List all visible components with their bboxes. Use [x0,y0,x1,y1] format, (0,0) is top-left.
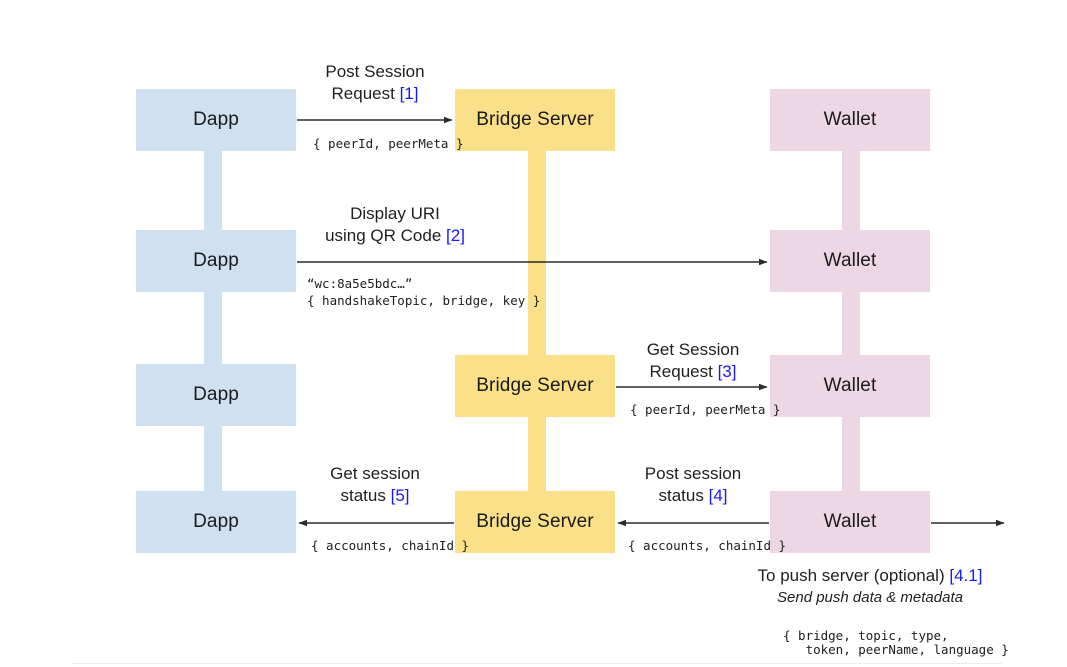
message-label-2: Display URI using QR Code [2] [300,203,490,247]
message-label-4-line1: Post session [644,464,742,483]
node-label: Wallet [823,109,877,130]
message-label-2-line2: using QR Code [2] [325,226,465,245]
message-label-3-line1: Get Session [646,340,740,359]
node-wallet-row2[interactable]: Wallet [770,230,930,292]
node-wallet-row3[interactable]: Wallet [770,355,930,417]
node-wallet-row1[interactable]: Wallet [770,89,930,151]
node-label: Dapp [193,384,239,405]
message-payload-1: { peerId, peerMeta } [313,136,464,151]
step-number-3: [3] [717,362,737,381]
step-number-4: [4] [708,486,728,505]
message-label-3-line2: Request [3] [649,362,737,381]
node-label: Dapp [193,250,239,271]
node-dapp-row1[interactable]: Dapp [136,89,296,151]
step-number-4-1: [4.1] [949,566,983,585]
node-dapp-row2[interactable]: Dapp [136,230,296,292]
lifeline-dapp-2-3 [204,290,222,365]
lifeline-bridge-3-4 [528,415,546,493]
message-payload-3: { peerId, peerMeta } [630,402,781,417]
message-payload-5: { accounts, chainId } [311,538,470,553]
message-label-1: Post Session Request [1] [300,61,450,105]
node-label: Bridge Server [476,109,594,130]
node-wallet-row4[interactable]: Wallet [770,491,930,553]
sequence-diagram-canvas: Dapp Bridge Server Wallet Dapp Wallet Da… [0,0,1067,667]
node-label: Dapp [193,109,239,130]
step-number-5: [5] [390,486,410,505]
message-label-2-line1: Display URI [350,204,440,223]
node-label: Bridge Server [476,511,594,532]
node-dapp-row4[interactable]: Dapp [136,491,296,553]
step-number-1: [1] [399,84,419,103]
node-bridge-row4[interactable]: Bridge Server [455,491,615,553]
message-label-5-line1: Get session [330,464,420,483]
push-server-note: To push server (optional) [4.1] Send pus… [700,566,1040,606]
message-payload-2-line2: { handshakeTopic, bridge, key } [307,293,541,308]
node-label: Wallet [823,511,877,532]
lifeline-wallet-1-2 [842,149,860,233]
lifeline-dapp-1-2 [204,149,222,233]
message-label-5: Get session status [5] [300,463,450,507]
node-label: Dapp [193,511,239,532]
push-server-note-title: To push server (optional) [4.1] [757,566,983,585]
message-label-1-line1: Post Session [325,62,425,81]
message-label-4: Post session status [4] [618,463,768,507]
message-payload-2-line1: “wc:8a5e5bdc…” [307,276,413,291]
bottom-divider [72,663,1002,664]
node-label: Wallet [823,375,877,396]
message-payload-4: { accounts, chainId } [628,538,787,553]
lifeline-dapp-3-4 [204,424,222,492]
message-label-5-line2: status [5] [340,486,410,505]
push-server-note-subtitle: Send push data & metadata [777,589,963,606]
node-label: Wallet [823,250,877,271]
lifeline-wallet-2-3 [842,290,860,358]
message-label-4-line2: status [4] [658,486,728,505]
message-label-3: Get Session Request [3] [618,339,768,383]
node-label: Bridge Server [476,375,594,396]
step-number-2: [2] [446,226,465,245]
lifeline-bridge-1-3 [528,149,546,357]
message-label-1-line2: Request [1] [331,84,419,103]
node-dapp-row3[interactable]: Dapp [136,364,296,426]
node-bridge-row1[interactable]: Bridge Server [455,89,615,151]
node-bridge-row3[interactable]: Bridge Server [455,355,615,417]
lifeline-wallet-3-4 [842,415,860,493]
push-server-payload-line2: token, peerName, language } [783,642,1009,657]
